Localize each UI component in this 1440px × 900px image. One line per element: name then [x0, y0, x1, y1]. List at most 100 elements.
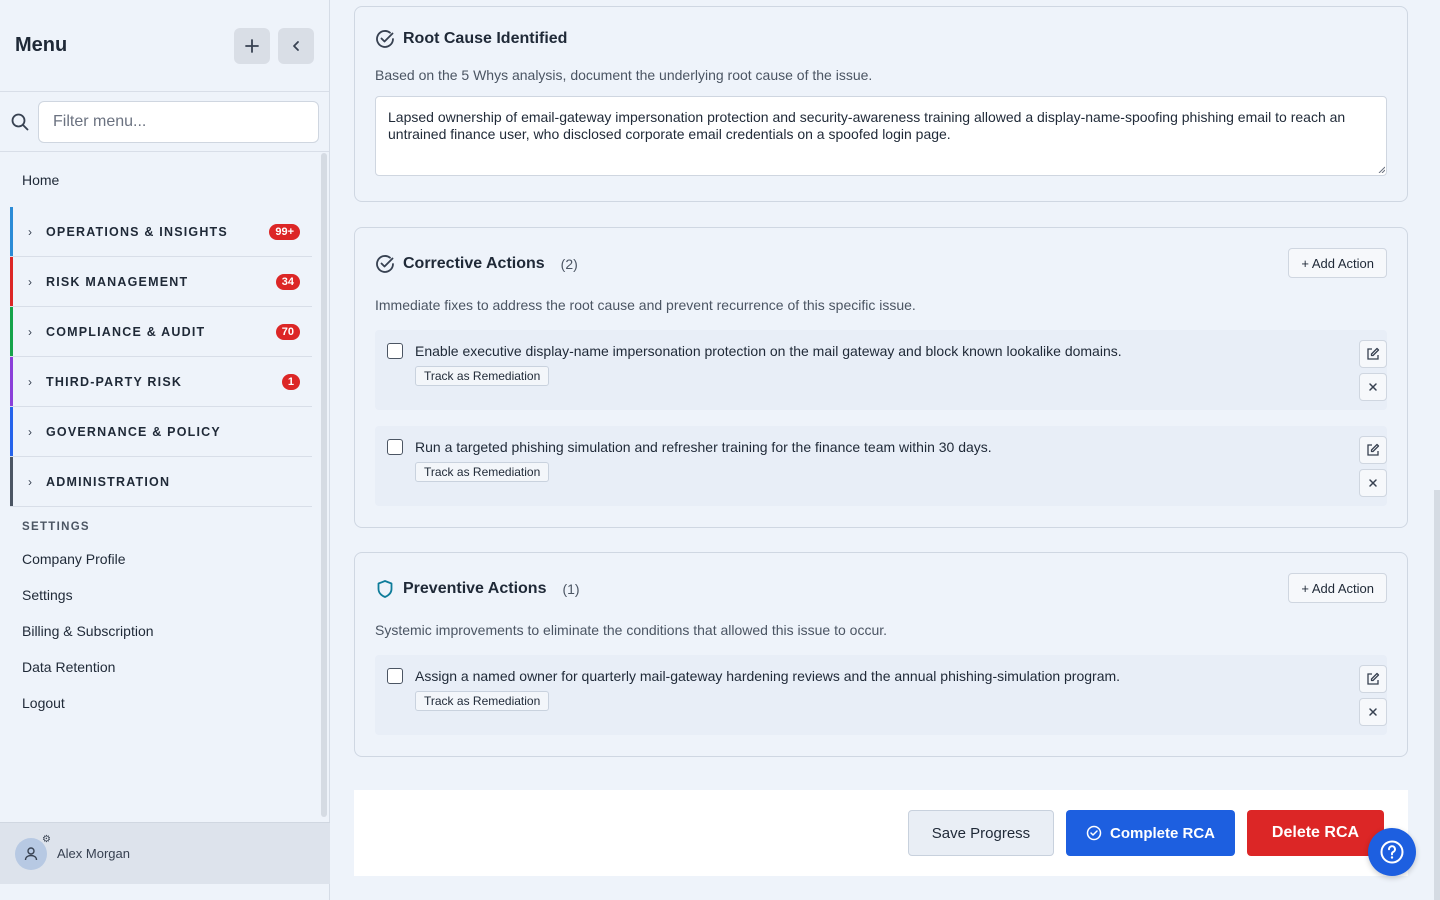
- collapse-sidebar-button[interactable]: [278, 27, 314, 64]
- add-preventive-action-button[interactable]: + Add Action: [1288, 573, 1387, 603]
- complete-rca-button[interactable]: Complete RCA: [1066, 810, 1235, 856]
- action-footer: Save Progress Complete RCA Delete RCA: [354, 790, 1408, 876]
- remove-action-button[interactable]: [1359, 373, 1387, 401]
- sidebar-group-governance[interactable]: › GOVERNANCE & POLICY: [10, 407, 312, 457]
- shield-icon: [377, 580, 393, 598]
- sidebar-item-logout[interactable]: Logout: [0, 685, 322, 721]
- card-title: Root Cause Identified: [403, 30, 568, 47]
- root-cause-textarea[interactable]: Lapsed ownership of email-gateway impers…: [375, 96, 1387, 176]
- track-remediation-button[interactable]: Track as Remediation: [415, 691, 550, 711]
- action-item: Run a targeted phishing simulation and r…: [375, 426, 1387, 506]
- user-profile[interactable]: ⚙ Alex Morgan: [0, 822, 330, 884]
- sidebar-title: Menu: [15, 34, 68, 56]
- count-badge: 99+: [269, 223, 300, 240]
- remove-action-button[interactable]: [1359, 469, 1387, 497]
- sidebar-group-label: RISK MANAGEMENT: [46, 274, 189, 289]
- chevron-right-icon: ›: [28, 474, 32, 489]
- sidebar-item-settings[interactable]: Settings: [0, 577, 322, 613]
- sidebar-header: Menu: [0, 0, 329, 92]
- count-badge: 1: [281, 373, 300, 390]
- check-circle-icon: [1086, 825, 1102, 841]
- group-color-bar: [10, 257, 13, 306]
- sidebar-group-label: COMPLIANCE & AUDIT: [46, 324, 206, 339]
- sidebar-group-risk[interactable]: › RISK MANAGEMENT 34: [10, 257, 312, 307]
- count-badge: 70: [275, 323, 300, 340]
- edit-action-button[interactable]: [1359, 665, 1387, 693]
- sidebar: Menu Home › OPERATIONS & INSIGHTS 99+ › …: [0, 0, 330, 900]
- plus-icon: [245, 38, 259, 53]
- chevron-right-icon: ›: [28, 374, 32, 389]
- search-icon: [10, 112, 30, 132]
- track-remediation-button[interactable]: Track as Remediation: [415, 462, 550, 482]
- add-corrective-action-button[interactable]: + Add Action: [1288, 248, 1387, 278]
- sidebar-group-label: THIRD-PARTY RISK: [46, 374, 183, 389]
- sidebar-item-company-profile[interactable]: Company Profile: [0, 541, 322, 577]
- close-icon: [1369, 479, 1377, 487]
- close-icon: [1369, 708, 1377, 716]
- check-circle-icon: [376, 30, 394, 48]
- count-badge: 34: [275, 273, 300, 290]
- sidebar-group-label: GOVERNANCE & POLICY: [46, 424, 221, 439]
- root-cause-header: Root Cause Identified: [375, 29, 567, 49]
- sidebar-group-operations[interactable]: › OPERATIONS & INSIGHTS 99+: [10, 207, 312, 257]
- action-count: (1): [562, 581, 580, 597]
- card-description: Based on the 5 Whys analysis, document t…: [375, 67, 873, 83]
- action-checkbox[interactable]: [387, 668, 403, 684]
- remove-action-button[interactable]: [1359, 698, 1387, 726]
- resize-handle-icon[interactable]: [1377, 165, 1385, 173]
- action-item: Assign a named owner for quarterly mail-…: [375, 655, 1387, 735]
- sidebar-scrollbar[interactable]: [321, 153, 327, 817]
- sidebar-item-data-retention[interactable]: Data Retention: [0, 649, 322, 685]
- group-color-bar: [10, 207, 13, 256]
- sidebar-group-compliance[interactable]: › COMPLIANCE & AUDIT 70: [10, 307, 312, 357]
- sidebar-group-label: ADMINISTRATION: [46, 474, 171, 489]
- chevron-right-icon: ›: [28, 324, 32, 339]
- sidebar-group-administration[interactable]: › ADMINISTRATION: [10, 457, 312, 507]
- help-button[interactable]: [1368, 828, 1416, 876]
- action-checkbox[interactable]: [387, 439, 403, 455]
- sidebar-nav: Home › OPERATIONS & INSIGHTS 99+ › RISK …: [0, 153, 322, 820]
- corrective-header: Corrective Actions (2): [375, 254, 578, 274]
- action-text: Assign a named owner for quarterly mail-…: [415, 668, 1121, 684]
- corrective-actions-card: Corrective Actions (2) + Add Action Imme…: [354, 227, 1408, 528]
- action-item: Enable executive display-name impersonat…: [375, 330, 1387, 410]
- sidebar-search: [0, 92, 329, 152]
- group-color-bar: [10, 407, 13, 456]
- action-count: (2): [560, 256, 578, 272]
- action-text: Run a targeted phishing simulation and r…: [415, 439, 992, 455]
- chevron-right-icon: ›: [28, 424, 32, 439]
- avatar: ⚙: [15, 834, 51, 870]
- root-cause-card: Root Cause Identified Based on the 5 Why…: [354, 6, 1408, 202]
- edit-action-button[interactable]: [1359, 340, 1387, 368]
- page-scrollbar[interactable]: [1434, 490, 1440, 900]
- group-color-bar: [10, 307, 13, 356]
- preventive-header: Preventive Actions (1): [375, 579, 580, 599]
- delete-rca-button[interactable]: Delete RCA: [1247, 810, 1384, 856]
- track-remediation-button[interactable]: Track as Remediation: [415, 366, 550, 386]
- help-icon: [1380, 840, 1404, 864]
- edit-action-button[interactable]: [1359, 436, 1387, 464]
- save-progress-button[interactable]: Save Progress: [908, 810, 1054, 856]
- main-content: Root Cause Identified Based on the 5 Why…: [354, 0, 1408, 900]
- chevron-left-icon: [293, 40, 299, 51]
- edit-icon: [1367, 347, 1380, 360]
- gear-icon: ⚙: [42, 833, 51, 845]
- complete-rca-label: Complete RCA: [1109, 824, 1215, 842]
- sidebar-group-label: OPERATIONS & INSIGHTS: [46, 224, 228, 239]
- sidebar-group-third-party[interactable]: › THIRD-PARTY RISK 1: [10, 357, 312, 407]
- action-checkbox[interactable]: [387, 343, 403, 359]
- filter-menu-input[interactable]: [38, 100, 319, 143]
- sidebar-item-billing[interactable]: Billing & Subscription: [0, 613, 322, 649]
- chevron-right-icon: ›: [28, 224, 32, 239]
- user-icon: [24, 846, 38, 860]
- group-color-bar: [10, 357, 13, 406]
- add-menu-button[interactable]: [234, 27, 270, 64]
- card-title: Preventive Actions: [403, 580, 547, 597]
- group-color-bar: [10, 457, 13, 506]
- chevron-right-icon: ›: [28, 274, 32, 289]
- check-circle-icon: [376, 255, 394, 273]
- preventive-actions-card: Preventive Actions (1) + Add Action Syst…: [354, 552, 1408, 757]
- card-description: Immediate fixes to address the root caus…: [375, 297, 916, 313]
- sidebar-item-home[interactable]: Home: [0, 153, 322, 207]
- card-title: Corrective Actions: [403, 255, 545, 272]
